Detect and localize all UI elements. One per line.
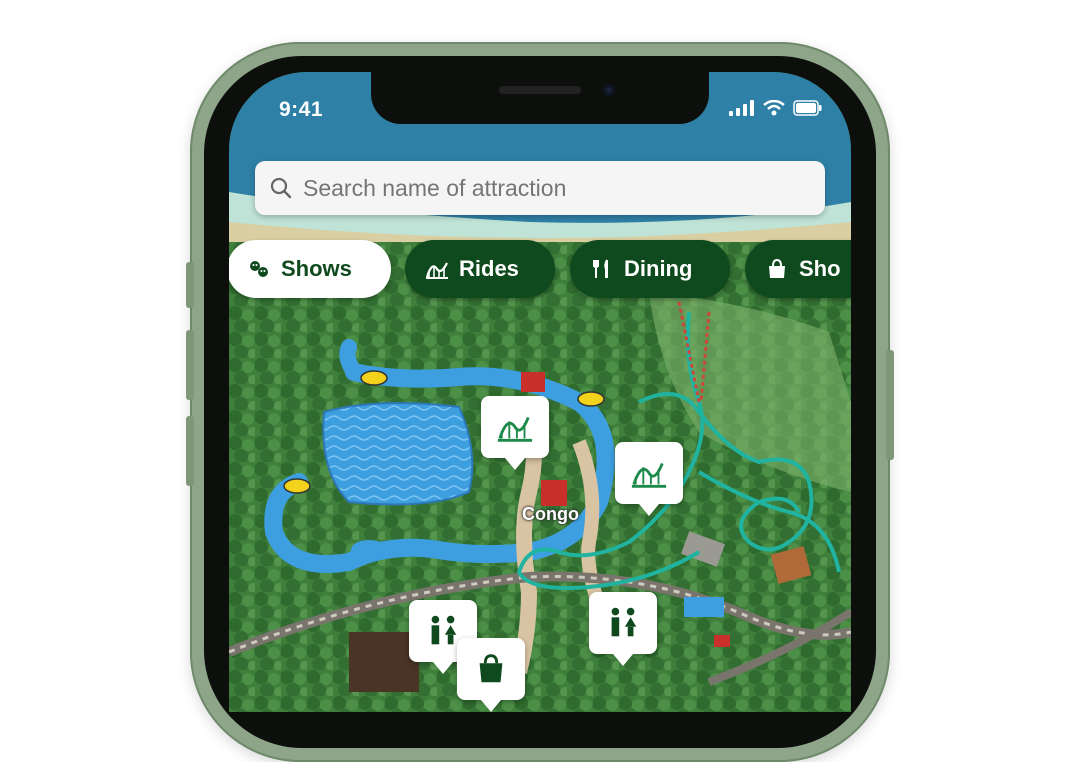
app-screen: Congo 9:41 Search name of attraction Sho… [229, 72, 851, 712]
shop-icon [479, 654, 503, 683]
status-time: 9:41 [279, 98, 324, 121]
rollercoaster-icon [497, 416, 533, 442]
restroom-marker[interactable] [589, 592, 657, 666]
filter-chip-label: Dining [624, 256, 693, 281]
phone-side-button [186, 416, 194, 486]
status-bar: 9:41 [229, 72, 851, 132]
filter-chip-label: Sho [799, 256, 841, 281]
restroom-icon [611, 607, 637, 637]
wifi-icon [763, 100, 785, 116]
ride-marker[interactable] [615, 442, 683, 516]
battery-icon [793, 100, 822, 116]
phone-power-button [886, 350, 894, 460]
filter-chip-shows[interactable]: Shows [229, 240, 391, 298]
status-icons [729, 100, 823, 116]
filter-chips: Shows Rides Dining Sho [229, 240, 851, 298]
filter-chip-rides[interactable]: Rides [405, 240, 555, 298]
filter-chip-label: Rides [459, 256, 519, 281]
cellular-signal-icon [729, 100, 754, 116]
search-icon [270, 177, 292, 199]
shows-icon [250, 261, 268, 277]
dining-icon [593, 259, 608, 278]
phone-side-button [186, 262, 194, 308]
rides-icon [425, 262, 448, 279]
filter-chip-shop[interactable]: Sho [745, 240, 851, 298]
area-label-congo: Congo [522, 504, 579, 524]
rollercoaster-icon [631, 462, 667, 488]
filter-chip-label: Shows [281, 256, 352, 281]
phone-side-button [186, 330, 194, 400]
search-bar[interactable] [255, 161, 825, 215]
shop-marker[interactable] [457, 638, 525, 712]
filter-chip-dining[interactable]: Dining [570, 240, 730, 298]
shop-icon [769, 258, 785, 278]
search-input[interactable] [301, 173, 825, 203]
ride-marker[interactable] [481, 396, 549, 470]
